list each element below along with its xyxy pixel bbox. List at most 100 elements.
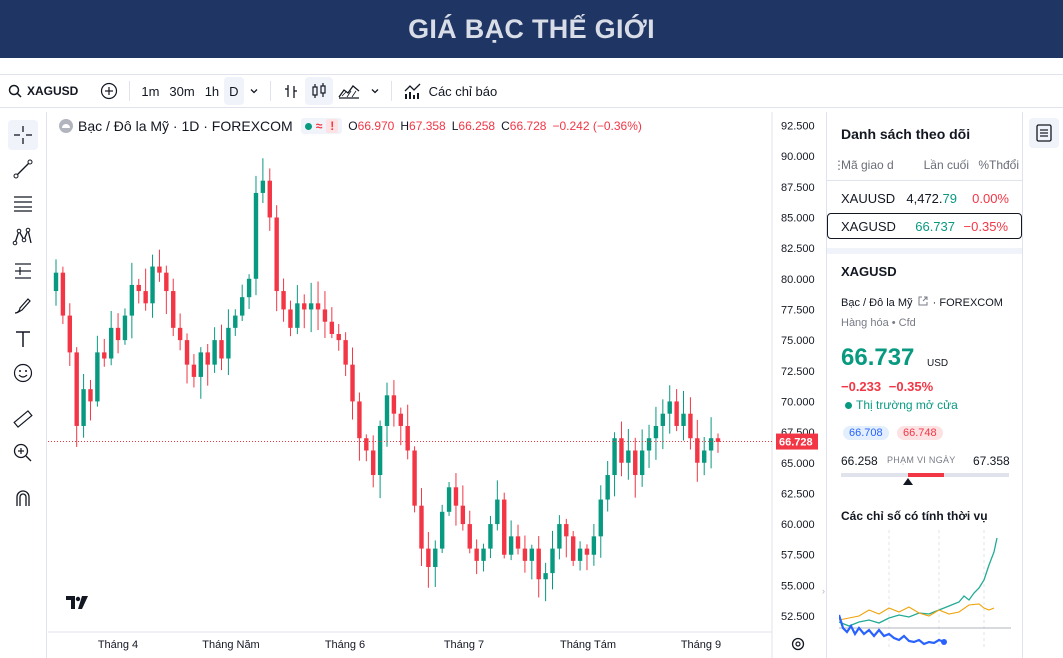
candles-style-button[interactable]	[304, 77, 333, 105]
search-icon	[8, 84, 22, 98]
magnet-icon	[16, 490, 30, 506]
bars-style-button[interactable]	[277, 77, 305, 105]
interval-30m[interactable]: 30m	[164, 77, 199, 105]
pattern-tool[interactable]	[8, 222, 38, 252]
close-label: C	[501, 119, 510, 133]
external-link-icon[interactable]	[918, 296, 928, 306]
watchlist-header: ⋮ Mã giao d Lần cuối %Thđổi	[833, 158, 1019, 172]
chart-settings-button[interactable]	[790, 636, 806, 657]
fib-retracement-icon	[14, 196, 32, 212]
candle-body	[453, 487, 459, 506]
time-axis-label: Tháng Năm	[202, 639, 259, 651]
candle-body	[550, 548, 555, 574]
candle-body	[467, 524, 472, 549]
market-status-pill[interactable]: ≈ !	[300, 118, 343, 134]
time-axis-label: Tháng 4	[98, 639, 138, 651]
candle-body	[281, 291, 286, 310]
candlestick-chart[interactable]: 92.500 90.000 87.500 85.000 82.500 80.000 77.5…	[48, 112, 822, 658]
row-change: 0.00%	[972, 190, 1009, 206]
col-symbol[interactable]: Mã giao d	[841, 158, 907, 172]
time-axis-label: Tháng 6	[325, 639, 365, 651]
details-change: −0.233	[841, 379, 882, 394]
indicators-button[interactable]: Các chỉ báo	[398, 77, 503, 105]
candle-body	[495, 499, 500, 525]
details-symbol[interactable]: XAGUSD	[841, 264, 897, 279]
fib-tool[interactable]	[8, 188, 38, 218]
pattern-icon	[12, 227, 32, 246]
candle-body	[315, 303, 321, 310]
section-divider	[827, 248, 1023, 254]
candle-body	[288, 309, 293, 328]
measure-tool[interactable]	[8, 404, 38, 434]
candle-body	[53, 272, 59, 292]
interval-1m[interactable]: 1m	[136, 77, 164, 105]
candle-body	[433, 548, 438, 567]
symbol-search-button[interactable]: XAGUSD	[0, 77, 83, 105]
open-label: O	[348, 119, 358, 133]
candle-body	[502, 499, 507, 555]
brush-tool[interactable]	[8, 290, 38, 320]
magnet-tool[interactable]	[8, 484, 38, 514]
candle-body	[481, 548, 486, 561]
bars-icon	[284, 85, 297, 98]
candles-icon	[311, 83, 326, 98]
candle-body	[419, 505, 424, 549]
symbol-logo-icon	[59, 119, 73, 133]
price-axis-label: 77.500	[781, 304, 815, 316]
interval-dropdown[interactable]	[244, 77, 264, 105]
watchlist-row[interactable]: XAUUSD 4,472.79 0.00%	[827, 185, 1023, 211]
crosshair-tool[interactable]	[8, 120, 38, 150]
trend-line-tool[interactable]	[8, 154, 38, 184]
details-name[interactable]: Bạc / Đô la Mỹ	[841, 297, 913, 309]
day-high: 67.358	[973, 454, 1010, 468]
details-change-pct: −0.35%	[888, 379, 934, 394]
candle-body	[536, 548, 541, 580]
forecast-tool[interactable]	[8, 256, 38, 286]
zoom-tool[interactable]	[8, 438, 38, 468]
toolbar-divider	[129, 81, 131, 101]
candle-body	[633, 450, 638, 476]
market-open-dot	[304, 122, 312, 130]
col-change[interactable]: %Thđổi	[969, 158, 1019, 172]
candle-body	[157, 266, 162, 273]
drag-handle-icon[interactable]: ⋮	[833, 158, 845, 172]
chart-style-dropdown[interactable]	[365, 77, 385, 105]
area-style-button[interactable]	[333, 77, 365, 105]
panel-collapse-handle[interactable]: ›	[822, 586, 830, 602]
candle-body	[184, 340, 190, 365]
price-axis-label: 82.500	[781, 243, 815, 255]
seasonals-chart[interactable]	[839, 530, 1011, 650]
candle-body	[398, 413, 403, 426]
emoji-tool[interactable]	[8, 358, 38, 388]
candle-body	[350, 364, 355, 402]
price-axis-label: 72.500	[781, 366, 815, 378]
details-sep: ·	[932, 297, 937, 309]
compare-symbol-button[interactable]	[95, 77, 123, 105]
details-exchange[interactable]: FOREXCOM	[939, 297, 1003, 309]
interval-d[interactable]: D	[224, 77, 244, 105]
col-last[interactable]: Lần cuối	[907, 158, 969, 172]
text-tool[interactable]	[8, 324, 38, 354]
price-axis-label: 55.000	[781, 580, 815, 592]
tradingview-logo[interactable]	[66, 596, 88, 615]
row-change: −0.35%	[963, 218, 1008, 234]
seasonals-title[interactable]: Các chỉ số có tính thời vụ	[841, 509, 988, 523]
zoom-in-icon	[13, 443, 32, 462]
candle-body	[329, 321, 335, 334]
candle-body	[522, 548, 528, 561]
watchlist-row-selected[interactable]: XAGUSD 66.737 −0.35%	[827, 213, 1022, 239]
candle-body	[626, 450, 631, 463]
watchlist-toggle-button[interactable]	[1029, 118, 1059, 148]
crosshair-icon	[14, 126, 32, 144]
chart-legend: Bạc / Đô la Mỹ · 1D · FOREXCOM ≈ ! O 66.9…	[58, 118, 642, 134]
row-last-main: 4,472.	[906, 190, 943, 206]
price-axis-label: 62.500	[781, 488, 815, 500]
candle-body	[74, 352, 79, 426]
watchlist-title: Danh sách theo dõi	[841, 126, 971, 142]
indicators-label: Các chỉ báo	[428, 83, 498, 99]
candle-body	[136, 284, 141, 292]
price-chart[interactable]: 92.500 90.000 87.500 85.000 82.500 80.000 77.5…	[48, 112, 822, 658]
candle-body	[660, 413, 666, 426]
interval-1h[interactable]: 1h	[200, 77, 224, 105]
change-value: −0.242 (−0.36%)	[552, 119, 642, 133]
